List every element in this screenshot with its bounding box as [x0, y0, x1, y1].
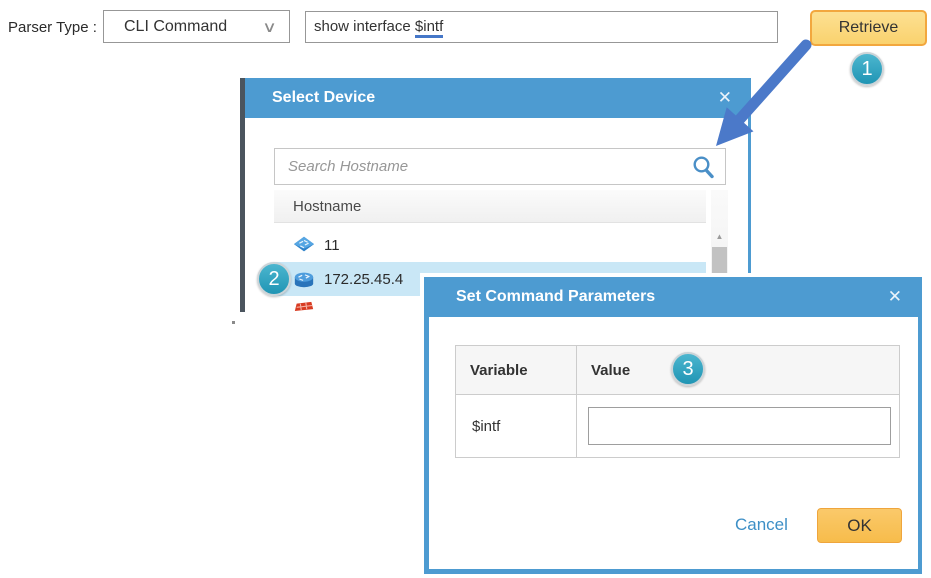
step-1-badge: 1: [850, 52, 884, 86]
set-command-parameters-dialog: Set Command Parameters ✕ Variable Value …: [424, 277, 922, 574]
hostname-column-header: Hostname: [274, 190, 706, 223]
step-3-badge: 3: [671, 352, 705, 386]
screenshot-root: Parser Type : CLI Command ∨ show interfa…: [0, 0, 931, 578]
variable-value-input[interactable]: [588, 407, 891, 445]
retrieve-button[interactable]: Retrieve: [810, 10, 927, 46]
firewall-device-icon: [293, 301, 315, 312]
command-variable-text: $intf: [415, 18, 443, 38]
device-label: 172.25.45.4: [324, 271, 403, 288]
close-icon[interactable]: ✕: [718, 78, 732, 118]
select-device-dialog-title: Select Device: [245, 78, 748, 118]
variable-column-header: Variable: [456, 346, 577, 395]
search-icon[interactable]: [692, 155, 716, 179]
switch-device-icon: [293, 235, 315, 255]
close-icon[interactable]: ✕: [888, 277, 902, 317]
stray-dot: [232, 321, 235, 324]
ok-button[interactable]: OK: [817, 508, 902, 543]
parser-type-label: Parser Type :: [8, 19, 97, 36]
command-input[interactable]: show interface $intf: [305, 11, 778, 43]
parser-type-selected-value: CLI Command: [124, 18, 264, 36]
step-2-badge: 2: [257, 262, 291, 296]
search-hostname-input[interactable]: [274, 148, 726, 185]
device-label: 11: [324, 237, 340, 254]
cancel-button[interactable]: Cancel: [735, 515, 788, 535]
parser-type-dropdown[interactable]: CLI Command ∨: [103, 10, 290, 43]
parameter-row: $intf: [456, 395, 900, 458]
variable-name-cell: $intf: [456, 395, 577, 458]
device-row-11[interactable]: 11: [274, 228, 706, 262]
command-text: show interface: [314, 18, 415, 35]
chevron-down-icon: ∨: [262, 18, 277, 36]
scroll-up-icon[interactable]: ▲: [711, 228, 728, 244]
router-device-icon: [293, 269, 315, 289]
set-command-parameters-title: Set Command Parameters: [429, 277, 918, 317]
value-column-header: Value: [577, 346, 900, 395]
